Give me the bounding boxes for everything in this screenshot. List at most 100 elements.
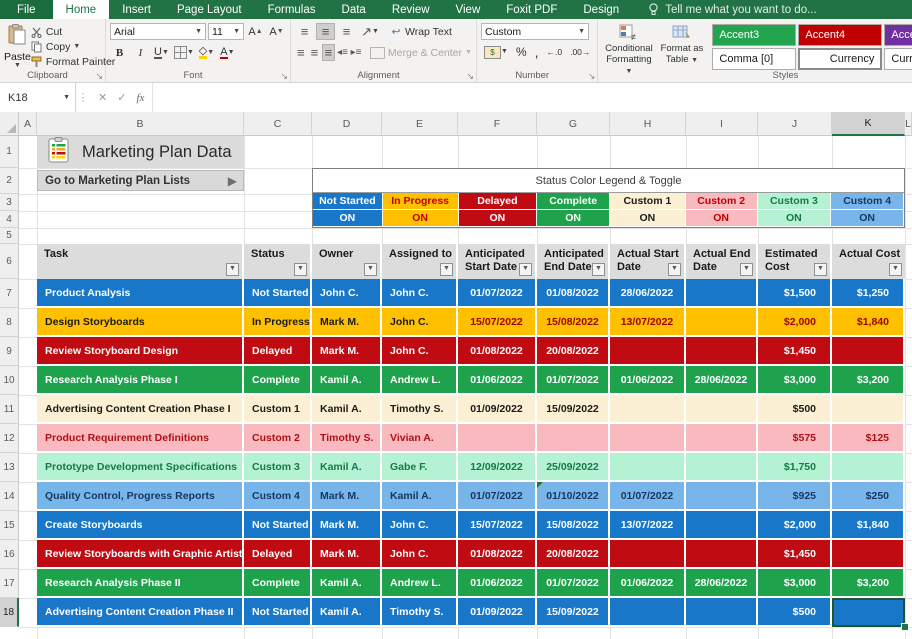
legend-item-custom-2[interactable]: Custom 2	[686, 193, 758, 210]
cell[interactable]: $1,840	[832, 511, 905, 540]
cell[interactable]: 01/07/2022	[537, 569, 610, 598]
cell[interactable]	[686, 482, 758, 511]
cell[interactable]: 01/09/2022	[458, 598, 537, 627]
cell[interactable]: In Progress	[244, 308, 312, 337]
ribbon-tab-view[interactable]: View	[443, 0, 494, 19]
cell[interactable]: Custom 2	[244, 424, 312, 453]
cell[interactable]: 28/06/2022	[686, 569, 758, 598]
cell[interactable]	[610, 395, 686, 424]
cell[interactable]: 01/06/2022	[610, 366, 686, 395]
align-top-button[interactable]: ≡	[295, 23, 314, 40]
cell[interactable]: Not Started	[244, 511, 312, 540]
cell[interactable]	[832, 540, 905, 569]
cell-style-currency[interactable]: Currency	[798, 48, 882, 70]
cell[interactable]: Mark M.	[312, 482, 382, 511]
font-name-combo[interactable]: Arial ▼	[110, 23, 206, 40]
legend-item-not-started[interactable]: Not Started	[313, 193, 383, 210]
format-painter-button[interactable]: Format Painter	[31, 55, 115, 69]
alignment-dialog-launcher-icon[interactable]: ↘	[466, 72, 474, 81]
cell[interactable]: Advertising Content Creation Phase I	[37, 395, 244, 424]
wrap-text-button[interactable]: ↩ Wrap Text	[390, 26, 452, 38]
cell[interactable]: Mark M.	[312, 540, 382, 569]
filter-dropdown-icon[interactable]: ▼	[814, 263, 827, 276]
row-header-11[interactable]: 11	[0, 395, 19, 424]
cell-style-accent3[interactable]: Accent3	[712, 24, 796, 46]
italic-button[interactable]: I	[131, 44, 150, 61]
cell[interactable]: John C.	[312, 279, 382, 308]
row-header-2[interactable]: 2	[0, 168, 19, 194]
cell[interactable]	[610, 453, 686, 482]
cell[interactable]: 01/07/2022	[458, 279, 537, 308]
cell-style-accent4[interactable]: Accent4	[798, 24, 882, 46]
filter-dropdown-icon[interactable]: ▼	[440, 263, 453, 276]
column-header-f[interactable]: F	[458, 112, 537, 136]
cell[interactable]: John C.	[382, 540, 458, 569]
cell[interactable]: Mark M.	[312, 337, 382, 366]
cell-style-accent5[interactable]: Accent5	[884, 24, 912, 46]
ribbon-tab-design[interactable]: Design	[570, 0, 632, 19]
font-size-combo[interactable]: 11 ▼	[208, 23, 244, 40]
ribbon-tab-page-layout[interactable]: Page Layout	[164, 0, 255, 19]
cell[interactable]: 20/08/2022	[537, 540, 610, 569]
cell[interactable]: Timothy S.	[312, 424, 382, 453]
cell[interactable]: $1,450	[758, 337, 832, 366]
row-header-3[interactable]: 3	[0, 194, 19, 211]
cell[interactable]: $250	[832, 482, 905, 511]
legend-item-custom-1[interactable]: Custom 1	[610, 193, 686, 210]
cell[interactable]	[832, 337, 905, 366]
cut-button[interactable]: Cut	[31, 25, 115, 39]
cell[interactable]: Andrew L.	[382, 366, 458, 395]
legend-toggle-delayed[interactable]: ON	[459, 210, 538, 227]
accounting-format-button[interactable]: $▼	[481, 44, 511, 60]
cell[interactable]: $3,000	[758, 366, 832, 395]
cell[interactable]: Kamil A.	[312, 453, 382, 482]
cell[interactable]: Quality Control, Progress Reports	[37, 482, 244, 511]
cell[interactable]: 15/09/2022	[537, 395, 610, 424]
filter-dropdown-icon[interactable]: ▼	[226, 263, 239, 276]
cell[interactable]: Timothy S.	[382, 395, 458, 424]
cell[interactable]: Create Storyboards	[37, 511, 244, 540]
cell[interactable]: 01/06/2022	[458, 569, 537, 598]
filter-dropdown-icon[interactable]: ▼	[668, 263, 681, 276]
row-header-17[interactable]: 17	[0, 569, 19, 598]
cell[interactable]	[832, 453, 905, 482]
cell[interactable]: 15/09/2022	[537, 598, 610, 627]
legend-toggle-custom-4[interactable]: ON	[831, 210, 904, 227]
fill-color-button[interactable]: ◇▼	[197, 44, 216, 61]
legend-item-custom-3[interactable]: Custom 3	[758, 193, 832, 210]
number-format-combo[interactable]: Custom ▼	[481, 23, 589, 40]
filter-dropdown-icon[interactable]: ▼	[889, 263, 902, 276]
align-center-button[interactable]: ≡	[309, 44, 321, 61]
bold-button[interactable]: B	[110, 44, 129, 61]
cell[interactable]: Custom 4	[244, 482, 312, 511]
insert-function-icon[interactable]: fx	[136, 92, 144, 104]
orientation-button[interactable]: ↗▼	[358, 23, 382, 40]
cell[interactable]: Kamil A.	[382, 482, 458, 511]
cell[interactable]: Delayed	[244, 337, 312, 366]
conditional-formatting-button[interactable]: ≠ Conditional Formatting ▼	[602, 22, 655, 69]
cell[interactable]: 15/08/2022	[537, 511, 610, 540]
goto-marketing-plan-lists-button[interactable]: Go to Marketing Plan Lists ▶	[37, 170, 244, 191]
cell[interactable]: 01/07/2022	[537, 366, 610, 395]
column-header-l[interactable]: L	[905, 112, 912, 136]
align-middle-button[interactable]: ≡	[316, 23, 335, 40]
cell-style-currency[interactable]: Currency	[884, 48, 912, 70]
cell[interactable]: Custom 3	[244, 453, 312, 482]
cell[interactable]: $2,000	[758, 308, 832, 337]
legend-toggle-custom-2[interactable]: ON	[686, 210, 758, 227]
increase-font-size-button[interactable]: A▲	[246, 23, 265, 40]
cell[interactable]: Advertising Content Creation Phase II	[37, 598, 244, 627]
row-header-18[interactable]: 18	[0, 598, 19, 627]
cell[interactable]: 15/07/2022	[458, 511, 537, 540]
cell[interactable]	[610, 598, 686, 627]
row-header-14[interactable]: 14	[0, 482, 19, 511]
cell[interactable]	[686, 424, 758, 453]
cell[interactable]: $1,500	[758, 279, 832, 308]
cell[interactable]: Kamil A.	[312, 366, 382, 395]
legend-toggle-custom-1[interactable]: ON	[610, 210, 686, 227]
cell[interactable]: Complete	[244, 366, 312, 395]
filter-dropdown-icon[interactable]: ▼	[592, 263, 605, 276]
cell[interactable]: 15/07/2022	[458, 308, 537, 337]
row-header-13[interactable]: 13	[0, 453, 19, 482]
row-header-10[interactable]: 10	[0, 366, 19, 395]
